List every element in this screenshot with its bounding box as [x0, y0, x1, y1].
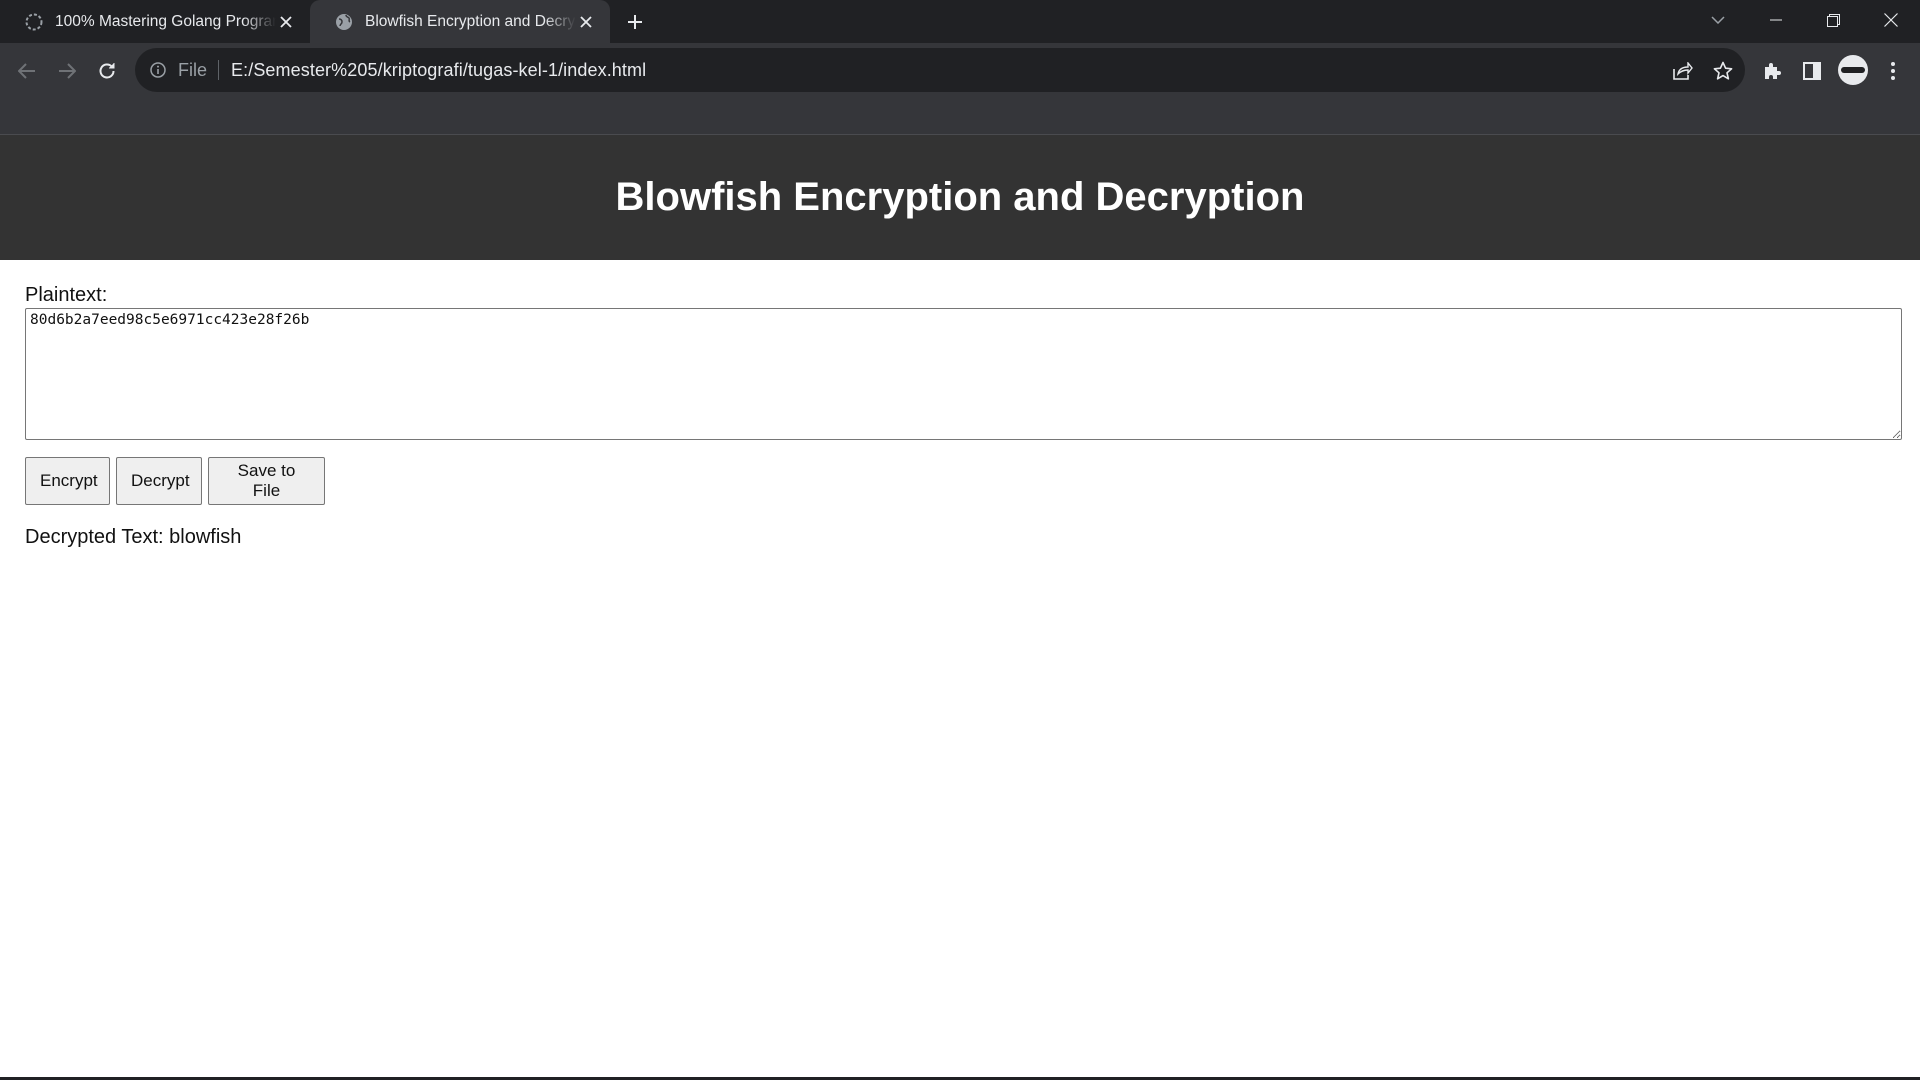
back-arrow-icon[interactable]: [9, 53, 45, 89]
browser-tab-blowfish[interactable]: Blowfish Encryption and Decryption: [310, 0, 610, 43]
plaintext-label: Plaintext:: [25, 284, 108, 306]
browser-tab-strip: 100% Mastering Golang Program Blowfish E…: [0, 0, 1920, 43]
minimize-icon[interactable]: [1748, 0, 1804, 40]
reload-icon[interactable]: [89, 53, 125, 89]
omnibox-divider: [218, 60, 220, 80]
page-title: Blowfish Encryption and Decryption: [615, 175, 1305, 219]
page-header: Blowfish Encryption and Decryption: [0, 135, 1920, 260]
tab-title: Blowfish Encryption and Decryption: [365, 12, 576, 30]
share-icon[interactable]: [1672, 60, 1694, 82]
more-menu-icon[interactable]: [1878, 56, 1908, 86]
loading-spinner-icon: [24, 12, 44, 32]
url-text[interactable]: E:/Semester%205/kriptografi/tugas-kel-1/…: [231, 60, 646, 81]
tab-search-chevron-icon[interactable]: [1690, 0, 1746, 40]
tab-close-icon[interactable]: [276, 12, 296, 32]
forward-arrow-icon[interactable]: [49, 53, 85, 89]
save-to-file-button[interactable]: Save to File: [208, 457, 325, 505]
url-scheme-label: File: [178, 59, 208, 80]
decrypt-button[interactable]: Decrypt: [116, 457, 202, 505]
info-icon[interactable]: [148, 60, 168, 80]
browser-toolbar: File E:/Semester%205/kriptografi/tugas-k…: [0, 43, 1920, 135]
restore-icon[interactable]: [1805, 0, 1861, 40]
new-tab-plus-icon[interactable]: [622, 9, 648, 35]
close-window-icon[interactable]: [1863, 0, 1919, 40]
tab-close-icon[interactable]: [576, 12, 596, 32]
encrypt-button[interactable]: Encrypt: [25, 457, 110, 505]
plaintext-textarea[interactable]: 80d6b2a7eed98c5e6971cc423e28f26b: [25, 308, 1902, 440]
side-panel-icon[interactable]: [1797, 56, 1827, 86]
globe-icon: [334, 12, 354, 32]
address-bar[interactable]: File E:/Semester%205/kriptografi/tugas-k…: [135, 48, 1745, 92]
bookmark-star-icon[interactable]: [1712, 60, 1734, 82]
profile-avatar[interactable]: [1838, 55, 1868, 85]
decrypted-result-text: Decrypted Text: blowfish: [25, 526, 242, 548]
tab-title: 100% Mastering Golang Program: [55, 12, 276, 30]
extensions-puzzle-icon[interactable]: [1757, 56, 1787, 86]
browser-tab-golang[interactable]: 100% Mastering Golang Program: [0, 0, 310, 43]
